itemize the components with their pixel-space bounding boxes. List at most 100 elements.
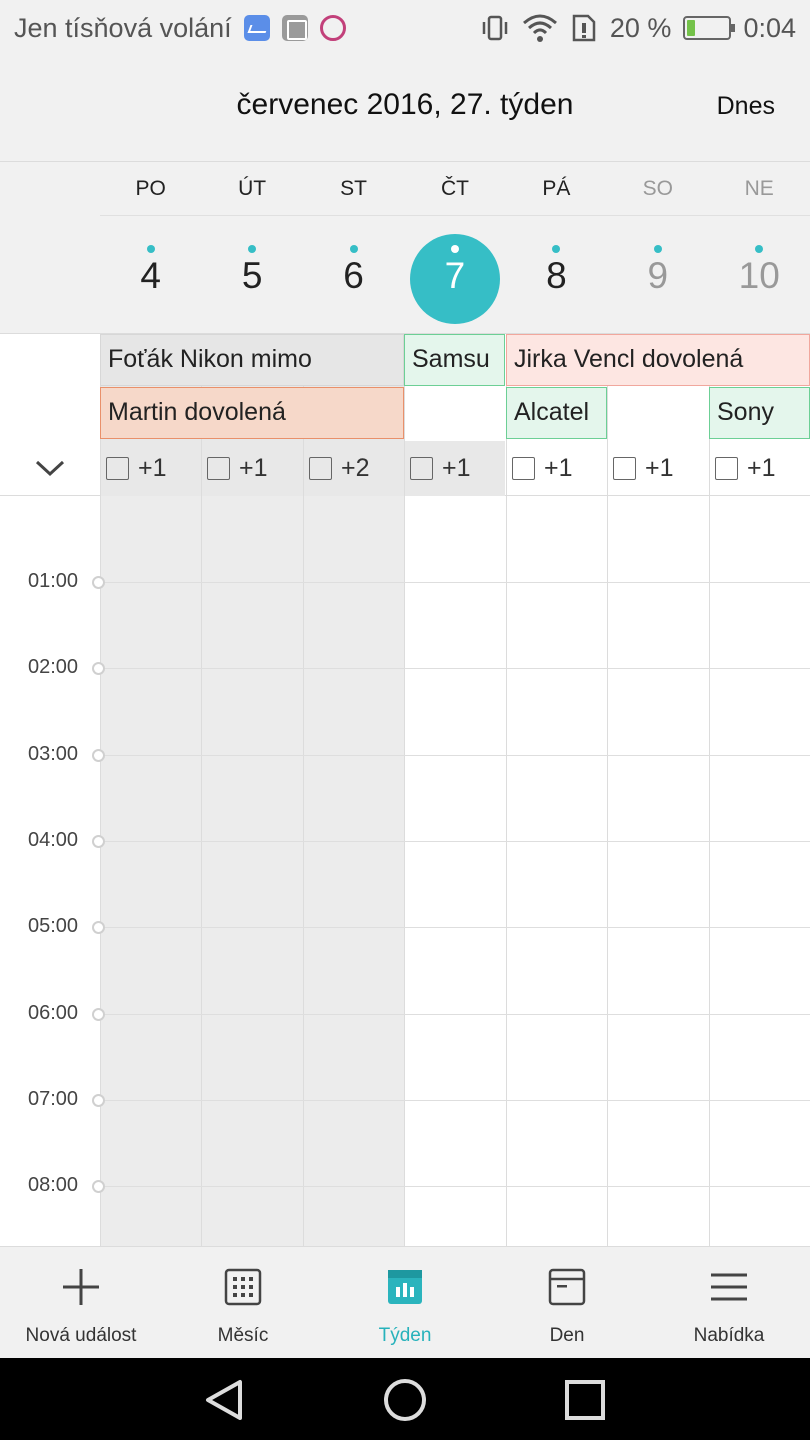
- all-day-events: Foťák Nikon mimo Samsu Jirka Vencl dovolen…: [0, 334, 810, 500]
- health-icon: [243, 15, 270, 41]
- all-day-event[interactable]: Samsu: [404, 334, 505, 386]
- page-title[interactable]: červenec 2016, 27. týden: [0, 88, 810, 122]
- more-events-count: +1: [544, 453, 573, 482]
- all-day-event[interactable]: Jirka Vencl dovolená: [506, 334, 810, 386]
- clock: 0:04: [743, 12, 796, 43]
- gallery-icon: [281, 15, 308, 41]
- more-events-button[interactable]: +1: [613, 453, 674, 483]
- nav-label: Nabídka: [693, 1325, 765, 1346]
- hour-grid[interactable]: 01:00 02:00 03:00 04:00 05:00 06:00 07:00 08:00: [0, 496, 810, 1246]
- weekday-row: PO ÚT ST ČT PÁ SO NE: [100, 162, 810, 216]
- task-checkbox[interactable]: [613, 456, 636, 480]
- hour-marker: [92, 921, 105, 934]
- hour-line: [100, 1186, 810, 1187]
- sim-alert-icon: [572, 14, 596, 42]
- carrier-text: Jen tísňová volání: [14, 12, 232, 43]
- more-events-button[interactable]: +1: [715, 453, 776, 483]
- hour-line: [100, 1014, 810, 1015]
- hour-line: [100, 927, 810, 928]
- task-checkbox[interactable]: [410, 456, 433, 480]
- hour-label: 03:00: [28, 743, 79, 765]
- battery-percent: 20 %: [609, 12, 672, 43]
- column-divider: [709, 496, 710, 1246]
- calendar-header: červenec 2016, 27. týden Dnes: [0, 56, 810, 162]
- day-cell[interactable]: 7: [404, 217, 505, 333]
- more-events-button[interactable]: +1: [106, 453, 167, 483]
- app-icon: [319, 15, 346, 41]
- back-icon[interactable]: [200, 1376, 248, 1424]
- all-day-event[interactable]: Alcatel: [506, 387, 607, 439]
- more-events-count: +2: [341, 453, 370, 482]
- date-number: 4: [140, 255, 161, 296]
- task-checkbox[interactable]: [512, 456, 535, 480]
- more-events-count: +1: [645, 453, 674, 482]
- more-events-count: +1: [138, 453, 167, 482]
- more-events-button[interactable]: +1: [512, 453, 573, 483]
- nav-item-Nová událost[interactable]: Nová událost: [0, 1247, 162, 1358]
- day-cell[interactable]: 10: [709, 217, 810, 333]
- nav-item-Měsíc[interactable]: Měsíc: [162, 1247, 324, 1358]
- plus-icon: [63, 1269, 99, 1305]
- more-events-count: +1: [747, 453, 776, 482]
- day-cell[interactable]: 4: [100, 217, 201, 333]
- column-divider: [100, 496, 101, 1246]
- task-checkbox[interactable]: [106, 456, 129, 480]
- task-checkbox[interactable]: [207, 456, 230, 480]
- system-navigation-bar: [0, 1358, 810, 1440]
- all-day-event[interactable]: Martin dovolená: [100, 387, 404, 439]
- event-dot: [653, 245, 662, 253]
- day-cell[interactable]: 6: [303, 217, 404, 333]
- nav-label: Den: [549, 1325, 585, 1346]
- hour-line: [100, 582, 810, 583]
- hour-label: 01:00: [28, 570, 79, 592]
- nav-label: Týden: [378, 1325, 432, 1346]
- hour-marker: [92, 835, 105, 848]
- all-day-event[interactable]: Foťák Nikon mimo: [100, 334, 404, 386]
- task-checkbox[interactable]: [715, 456, 738, 480]
- hour-line: [100, 1100, 810, 1101]
- more-events-button[interactable]: +2: [309, 453, 370, 483]
- day-cell[interactable]: 5: [201, 217, 302, 333]
- today-button[interactable]: Dnes: [717, 92, 775, 121]
- all-day-event[interactable]: Sony: [709, 387, 810, 439]
- column-divider: [303, 496, 304, 1246]
- nav-item-Nabídka[interactable]: Nabídka: [648, 1247, 810, 1358]
- calendar-app: Jen tísňová volání 20 % 0:04 červenec 20…: [0, 0, 810, 1440]
- event-dot: [349, 245, 358, 253]
- hour-label: 04:00: [28, 829, 79, 851]
- recent-apps-icon[interactable]: [561, 1376, 609, 1424]
- past-days-shade: [100, 496, 404, 1246]
- column-divider: [506, 496, 507, 1246]
- day-cell[interactable]: 8: [506, 217, 607, 333]
- event-dot: [146, 245, 155, 253]
- more-events-button[interactable]: +1: [410, 453, 471, 483]
- event-dot: [450, 245, 459, 253]
- date-number: 8: [546, 255, 567, 296]
- vibrate-icon: [482, 15, 508, 41]
- nav-label: Měsíc: [217, 1325, 269, 1346]
- weekday-label: ST: [340, 177, 367, 200]
- task-checkbox[interactable]: [309, 456, 332, 480]
- month-grid-icon: [224, 1268, 262, 1306]
- date-number: 10: [738, 255, 780, 296]
- weekday-label: PO: [135, 177, 166, 200]
- weekday-label: SO: [642, 177, 673, 200]
- more-events-button[interactable]: +1: [207, 453, 268, 483]
- hour-marker: [92, 749, 105, 762]
- nav-item-Den[interactable]: Den: [486, 1247, 648, 1358]
- home-icon[interactable]: [381, 1376, 429, 1424]
- column-divider: [201, 496, 202, 1246]
- hour-label: 06:00: [28, 1002, 79, 1024]
- more-events-count: +1: [239, 453, 268, 482]
- hour-line: [100, 841, 810, 842]
- week-header: PO ÚT ST ČT PÁ SO NE 4 5 6 7 8 9 10: [0, 162, 810, 334]
- nav-item-Týden[interactable]: Týden: [324, 1247, 486, 1358]
- weekday-label: NE: [744, 177, 774, 200]
- status-bar: Jen tísňová volání 20 % 0:04: [0, 0, 810, 56]
- status-left: Jen tísňová volání: [14, 13, 480, 44]
- day-cell[interactable]: 9: [607, 217, 708, 333]
- chevron-down-icon[interactable]: [33, 454, 67, 482]
- weekday-label: PÁ: [542, 177, 571, 200]
- weekday-label: ČT: [440, 177, 469, 200]
- status-right: 20 % 0:04: [480, 13, 796, 44]
